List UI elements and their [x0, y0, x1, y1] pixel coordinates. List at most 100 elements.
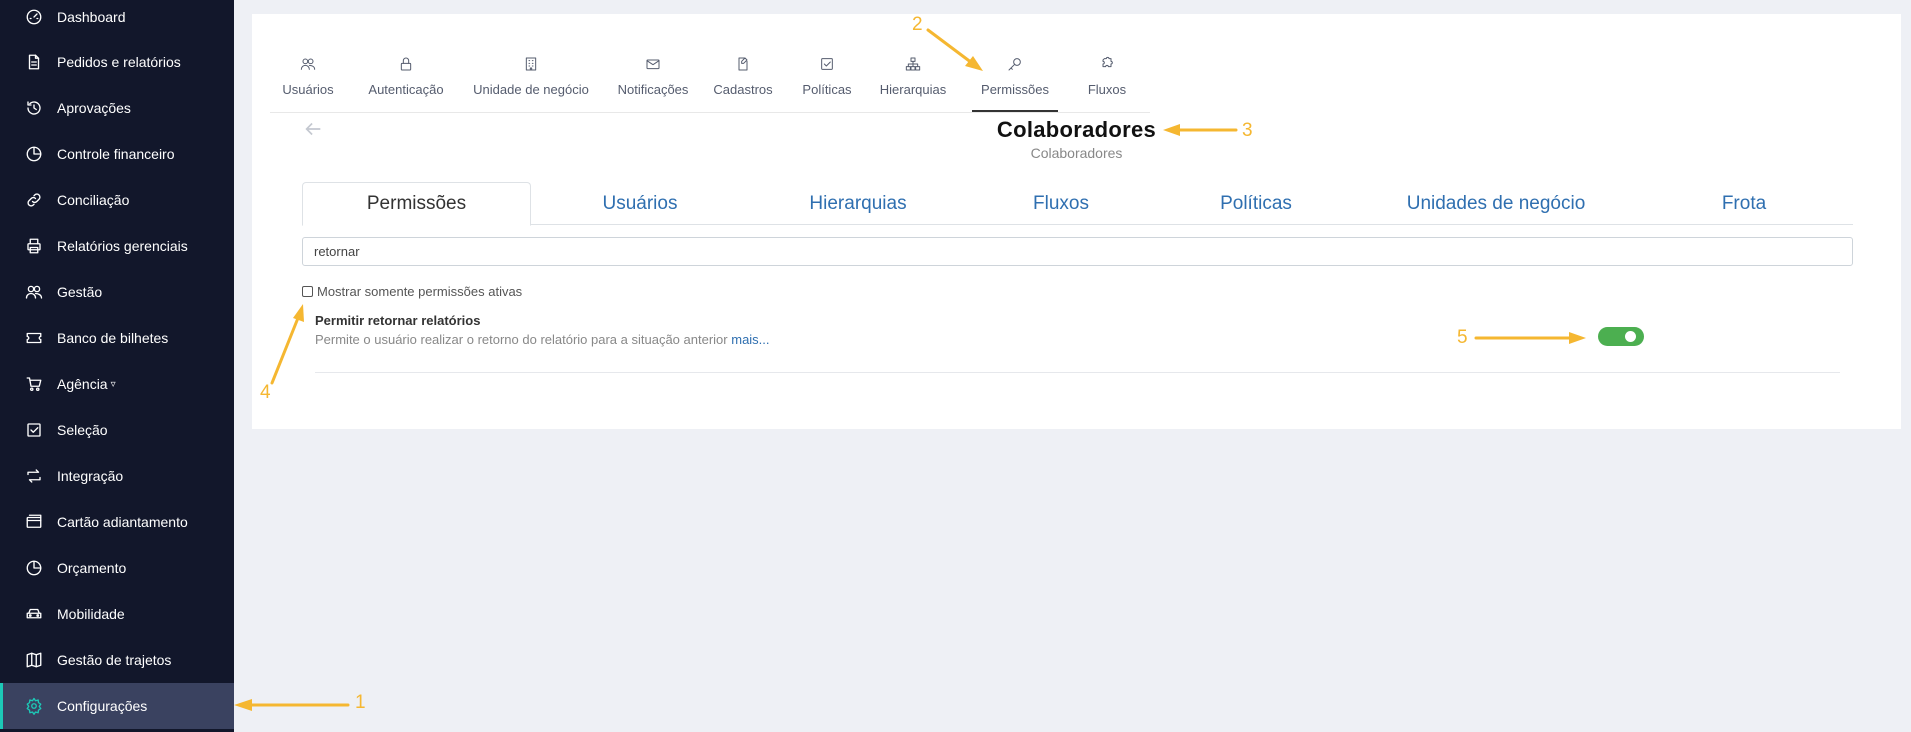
sidebar-item-configuracoes[interactable]: Configurações: [0, 683, 234, 729]
sidebar-item-label: Seleção: [57, 422, 108, 438]
subtab-hierarquias[interactable]: Hierarquias: [749, 182, 967, 226]
tab-cadastros[interactable]: Cadastros: [708, 50, 778, 112]
tab-notificacoes[interactable]: Notificações: [612, 50, 694, 112]
tab-label: Fluxos: [1087, 82, 1127, 97]
car-icon: [24, 604, 44, 624]
sub-tabs: Permissões Usuários Hierarquias Fluxos P…: [302, 182, 1853, 226]
sidebar-item-label: Banco de bilhetes: [57, 330, 169, 346]
sidebar-item-integracao[interactable]: Integração: [0, 453, 234, 499]
sidebar-item-label: Controle financeiro: [57, 146, 175, 162]
sidebar-item-gestao-trajetos[interactable]: Gestão de trajetos: [0, 637, 234, 683]
tab-label: Usuários: [282, 82, 334, 97]
tab-label: Notificações: [617, 82, 689, 97]
tab-label: Permissões: [981, 82, 1049, 97]
sidebar-item-selecao[interactable]: Seleção: [0, 407, 234, 453]
check-square-icon: [24, 420, 44, 440]
page-subtitle: Colaboradores: [1030, 145, 1123, 161]
key-icon: [1007, 54, 1023, 74]
mail-icon: [645, 54, 661, 74]
users-icon: [24, 282, 44, 302]
permission-title: Permitir retornar relatórios: [315, 313, 481, 328]
sidebar-item-controle-financeiro[interactable]: Controle financeiro: [0, 131, 234, 177]
sidebar-item-label: Orçamento: [57, 560, 127, 576]
annotation-number-1: 1: [355, 692, 366, 713]
repeat-icon: [24, 466, 44, 486]
tab-label: Unidade de negócio: [473, 82, 589, 97]
sidebar-item-label: Aprovações: [57, 100, 131, 116]
toggle-knob: [1625, 331, 1636, 342]
sidebar-item-relatorios-gerenciais[interactable]: Relatórios gerenciais: [0, 223, 234, 269]
lock-icon: [398, 54, 414, 74]
tab-label: Políticas: [802, 82, 852, 97]
divider: [315, 372, 1840, 373]
sidebar-item-label: Conciliação: [57, 192, 130, 208]
subtab-permissoes[interactable]: Permissões: [302, 182, 531, 226]
subtab-frota[interactable]: Frota: [1635, 182, 1853, 226]
puzzle-icon: [1099, 54, 1115, 74]
gear-icon: [24, 696, 44, 716]
permission-description-text: Permite o usuário realizar o retorno do …: [315, 332, 728, 347]
card-icon: [24, 512, 44, 532]
sidebar-item-label: Pedidos e relatórios: [57, 54, 181, 70]
hierarchy-icon: [905, 54, 921, 74]
users-icon: [300, 54, 316, 74]
permission-description: Permite o usuário realizar o retorno do …: [315, 332, 770, 347]
sidebar-item-gestao[interactable]: Gestão: [0, 269, 234, 315]
sidebar-item-label: Integração: [57, 468, 124, 484]
subtab-politicas[interactable]: Políticas: [1155, 182, 1357, 226]
sidebar-item-orcamento[interactable]: Orçamento: [0, 545, 234, 591]
tab-unidade-negocio[interactable]: Unidade de negócio: [466, 50, 596, 112]
building-icon: [523, 54, 539, 74]
tab-fluxos[interactable]: Fluxos: [1078, 50, 1136, 112]
sidebar-item-agencia[interactable]: Agência ▿: [0, 361, 234, 407]
map-icon: [24, 650, 44, 670]
tab-label: Hierarquias: [879, 82, 947, 97]
annotation-number-2: 2: [912, 14, 923, 35]
tab-label: Cadastros: [713, 82, 773, 97]
sidebar-item-aprovacoes[interactable]: Aprovações: [0, 85, 234, 131]
tab-usuarios[interactable]: Usuários: [270, 50, 346, 112]
sidebar-item-banco-bilhetes[interactable]: Banco de bilhetes: [0, 315, 234, 361]
sidebar-item-label: Configurações: [57, 698, 148, 714]
subtab-fluxos[interactable]: Fluxos: [967, 182, 1155, 226]
cart-icon: [24, 374, 44, 394]
sidebar-item-pedidos[interactable]: Pedidos e relatórios: [0, 39, 234, 85]
permission-toggle[interactable]: [1598, 327, 1644, 346]
sidebar-item-label: Agência: [57, 376, 108, 392]
link-icon: [24, 190, 44, 210]
tab-politicas[interactable]: Políticas: [796, 50, 858, 112]
search-input[interactable]: [302, 237, 1853, 266]
sidebar-item-label: Dashboard: [57, 9, 126, 25]
sidebar-item-mobilidade[interactable]: Mobilidade: [0, 591, 234, 637]
pie-chart-icon: [24, 144, 44, 164]
annotation-number-5: 5: [1457, 327, 1468, 348]
dashboard-icon: [24, 7, 44, 27]
subtab-usuarios[interactable]: Usuários: [531, 182, 749, 226]
tab-autenticacao[interactable]: Autenticação: [362, 50, 450, 112]
history-icon: [24, 98, 44, 118]
tab-permissoes[interactable]: Permissões: [972, 50, 1058, 112]
subtab-unidades-negocio[interactable]: Unidades de negócio: [1357, 182, 1635, 226]
tab-hierarquias[interactable]: Hierarquias: [876, 50, 950, 112]
filter-checkbox[interactable]: [302, 286, 313, 297]
filter-active-permissions[interactable]: Mostrar somente permissões ativas: [302, 284, 522, 299]
filter-label: Mostrar somente permissões ativas: [317, 284, 523, 299]
sidebar-item-label: Gestão de trajetos: [57, 652, 172, 668]
annotation-number-3: 3: [1242, 120, 1253, 141]
sidebar: Dashboard Pedidos e relatórios Aprovaçõe…: [0, 0, 234, 732]
sidebar-item-label: Cartão adiantamento: [57, 514, 188, 530]
tab-label: Autenticação: [368, 82, 444, 97]
sidebar-item-conciliacao[interactable]: Conciliação: [0, 177, 234, 223]
sidebar-item-cartao-adiantamento[interactable]: Cartão adiantamento: [0, 499, 234, 545]
permission-more-link[interactable]: mais...: [731, 332, 769, 347]
main-card: Usuários Autenticação Unidade de negócio…: [252, 14, 1901, 429]
sidebar-item-label: Relatórios gerenciais: [57, 238, 188, 254]
page-title: Colaboradores: [996, 117, 1157, 142]
sidebar-item-label: Mobilidade: [57, 606, 125, 622]
document-icon: [24, 52, 44, 72]
pie-chart-icon: [24, 558, 44, 578]
ticket-icon: [24, 328, 44, 348]
file-edit-icon: [735, 54, 751, 74]
sidebar-item-dashboard[interactable]: Dashboard: [0, 0, 234, 40]
sidebar-item-label: Gestão: [57, 284, 103, 300]
